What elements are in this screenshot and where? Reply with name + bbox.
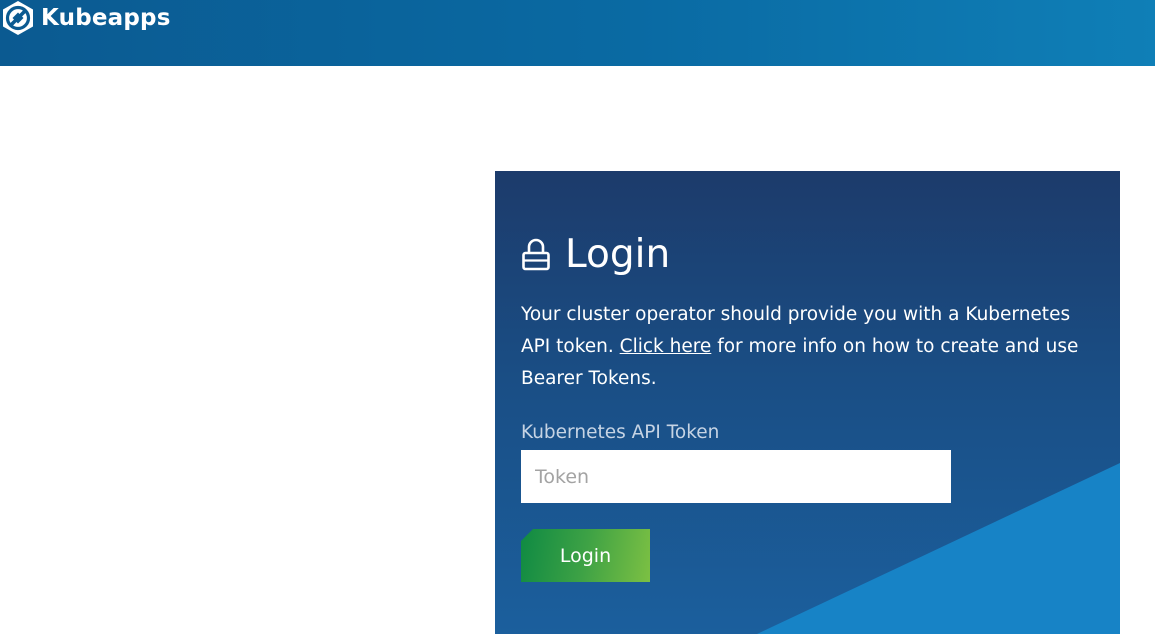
brand-home-link[interactable]: Kubeapps (0, 0, 171, 36)
token-input[interactable] (521, 450, 951, 503)
login-button[interactable]: Login (521, 529, 650, 582)
click-here-link[interactable]: Click here (620, 336, 712, 357)
top-navigation-bar: Kubeapps (0, 0, 1155, 66)
login-form: Login Your cluster operator should provi… (521, 225, 1081, 582)
login-title: Login (565, 232, 671, 277)
token-field-label: Kubernetes API Token (521, 422, 720, 443)
kubeapps-logo-icon (3, 1, 33, 35)
lock-icon (522, 238, 550, 271)
login-description: Your cluster operator should provide you… (521, 299, 1081, 395)
brand-name: Kubeapps (41, 5, 171, 31)
login-card: Login Your cluster operator should provi… (495, 171, 1120, 634)
login-heading: Login (521, 225, 1081, 285)
